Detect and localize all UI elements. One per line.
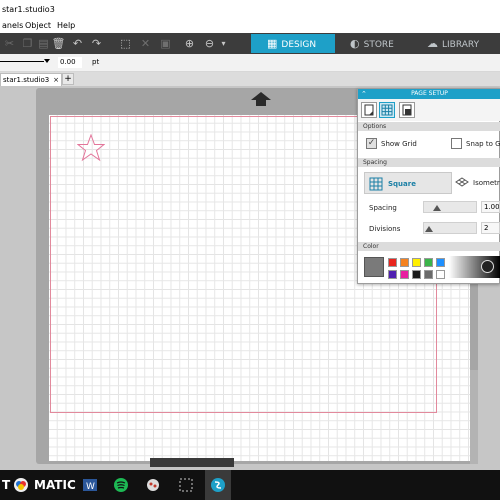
divisions-label: Divisions	[369, 225, 401, 233]
windows-taskbar: T MATIC W	[0, 470, 500, 500]
zoom-out-icon[interactable]: ⊖	[202, 36, 217, 51]
menu-panels[interactable]: anels	[2, 21, 23, 30]
snap-to-grid-checkbox[interactable]	[451, 138, 462, 149]
close-icon[interactable]: ×	[53, 74, 59, 86]
spotify-icon[interactable]	[113, 477, 129, 493]
grid-square-label: Square	[388, 180, 416, 188]
section-options: Options	[358, 122, 500, 131]
group-icon[interactable]: ⬚	[118, 36, 133, 51]
feed-arrow-icon	[251, 92, 271, 100]
collapse-icon[interactable]: ⌃	[361, 89, 367, 99]
mat-bottom-handle[interactable]	[150, 458, 234, 467]
feed-arrow-stem	[256, 100, 266, 106]
color-swatch[interactable]	[400, 258, 409, 267]
app-icon[interactable]	[145, 477, 161, 493]
isometric-grid-icon	[455, 177, 469, 187]
tab-library-label: LIBRARY	[442, 40, 480, 50]
panel-title: PAGE SETUP	[411, 90, 448, 97]
undo-icon[interactable]: ↶	[70, 36, 85, 51]
spacing-slider-thumb[interactable]	[433, 205, 441, 211]
grid-tab-icon[interactable]	[379, 102, 395, 118]
square-grid-icon	[369, 177, 383, 191]
design-icon: ▦	[267, 37, 278, 50]
menu-object[interactable]: Object	[25, 21, 51, 30]
cloud-icon: ☁	[427, 37, 438, 50]
transform-icon	[402, 104, 412, 116]
show-grid-label: Show Grid	[381, 140, 417, 148]
svg-text:W: W	[86, 482, 95, 492]
tab-design-label: DESIGN	[281, 40, 317, 50]
main-toolbar: ✂ ❐ ▤ 🗑 ↶ ↷ ⬚ ✕ ▣ ⊕ ⊖ ▾ ▦ DESIGN ◐ STORE ☁…	[0, 33, 500, 54]
color-swatch[interactable]	[436, 270, 445, 279]
page-tab-icon[interactable]	[361, 102, 377, 118]
divisions-value-input[interactable]: 2	[481, 222, 500, 234]
window-title: star1.studio3	[2, 5, 55, 14]
right-ruler	[470, 370, 478, 464]
spacing-label: Spacing	[369, 204, 397, 212]
tab-store-label: STORE	[363, 40, 394, 50]
line-width-unit: pt	[92, 58, 100, 66]
delete-icon[interactable]: 🗑	[51, 36, 66, 51]
silhouette-studio-window: star1.studio3 anels Object Help ✂ ❐ ▤ 🗑 …	[0, 0, 500, 500]
doc-tab-star1[interactable]: star1.studio3 ×	[0, 73, 62, 86]
redo-icon[interactable]: ↷	[89, 36, 104, 51]
copy-icon[interactable]: ❐	[20, 36, 35, 51]
color-swatch[interactable]	[424, 270, 433, 279]
show-grid-checkbox[interactable]: ✓	[366, 138, 377, 149]
line-style-dropdown-icon[interactable]	[44, 59, 50, 63]
divisions-slider-thumb[interactable]	[425, 226, 433, 232]
line-style-sample[interactable]	[0, 61, 44, 62]
zoom-dropdown-icon[interactable]: ▾	[216, 36, 231, 51]
page-icon	[364, 104, 374, 116]
color-swatch[interactable]	[388, 258, 397, 267]
grid-isometric-label: Isometr	[473, 179, 500, 187]
store-icon: ◐	[350, 37, 360, 50]
star-shape[interactable]	[77, 134, 105, 162]
ungroup-icon[interactable]: ✕	[138, 36, 153, 51]
grid-square-button[interactable]: Square	[364, 172, 452, 194]
color-swatch[interactable]	[388, 270, 397, 279]
spacing-value-input[interactable]: 1.000	[481, 201, 500, 213]
taskbar-active-app[interactable]	[205, 470, 231, 500]
word-icon[interactable]: W	[82, 477, 98, 493]
taskbar-text-matic: MATIC	[34, 478, 76, 492]
panel-tabs	[358, 99, 500, 121]
cut-icon[interactable]: ✂	[2, 36, 17, 51]
divisions-slider[interactable]	[423, 222, 477, 234]
line-options-bar: 0.00 pt	[0, 54, 500, 72]
line-width-input[interactable]: 0.00	[58, 57, 82, 68]
menu-bar: anels Object Help	[0, 20, 500, 33]
tab-library[interactable]: ☁ LIBRARY	[427, 34, 500, 53]
paste-icon[interactable]: ▤	[36, 36, 51, 51]
color-swatch[interactable]	[400, 270, 409, 279]
menu-help[interactable]: Help	[57, 21, 75, 30]
title-bar: star1.studio3	[0, 0, 500, 20]
section-spacing: Spacing	[358, 158, 500, 167]
document-tabs: star1.studio3 × +	[0, 72, 500, 86]
color-swatch[interactable]	[424, 258, 433, 267]
snipping-tool-icon[interactable]	[178, 477, 194, 493]
tab-design[interactable]: ▦ DESIGN	[251, 34, 335, 53]
color-swatch[interactable]	[412, 270, 421, 279]
select-all-icon[interactable]: ▣	[158, 36, 173, 51]
color-swatch[interactable]	[436, 258, 445, 267]
taskbar-text-left: T	[2, 478, 11, 492]
panel-header[interactable]: ⌃ PAGE SETUP	[358, 89, 500, 99]
grid-isometric-button[interactable]: Isometr	[453, 172, 500, 194]
silhouette-logo-icon[interactable]	[13, 477, 29, 493]
new-tab-button[interactable]: +	[62, 73, 74, 85]
color-swatch[interactable]	[412, 258, 421, 267]
grid-color-current[interactable]	[364, 257, 384, 277]
section-color: Color	[358, 242, 500, 251]
grid-icon	[381, 104, 393, 116]
color-picker-icon[interactable]	[481, 260, 494, 273]
zoom-in-icon[interactable]: ⊕	[182, 36, 197, 51]
snap-to-grid-label: Snap to G	[466, 140, 500, 148]
transform-tab-icon[interactable]	[399, 102, 415, 118]
doc-tab-label: star1.studio3	[3, 76, 50, 84]
spacing-slider[interactable]	[423, 201, 477, 213]
tab-store[interactable]: ◐ STORE	[350, 34, 410, 53]
silhouette-studio-icon	[211, 478, 225, 492]
